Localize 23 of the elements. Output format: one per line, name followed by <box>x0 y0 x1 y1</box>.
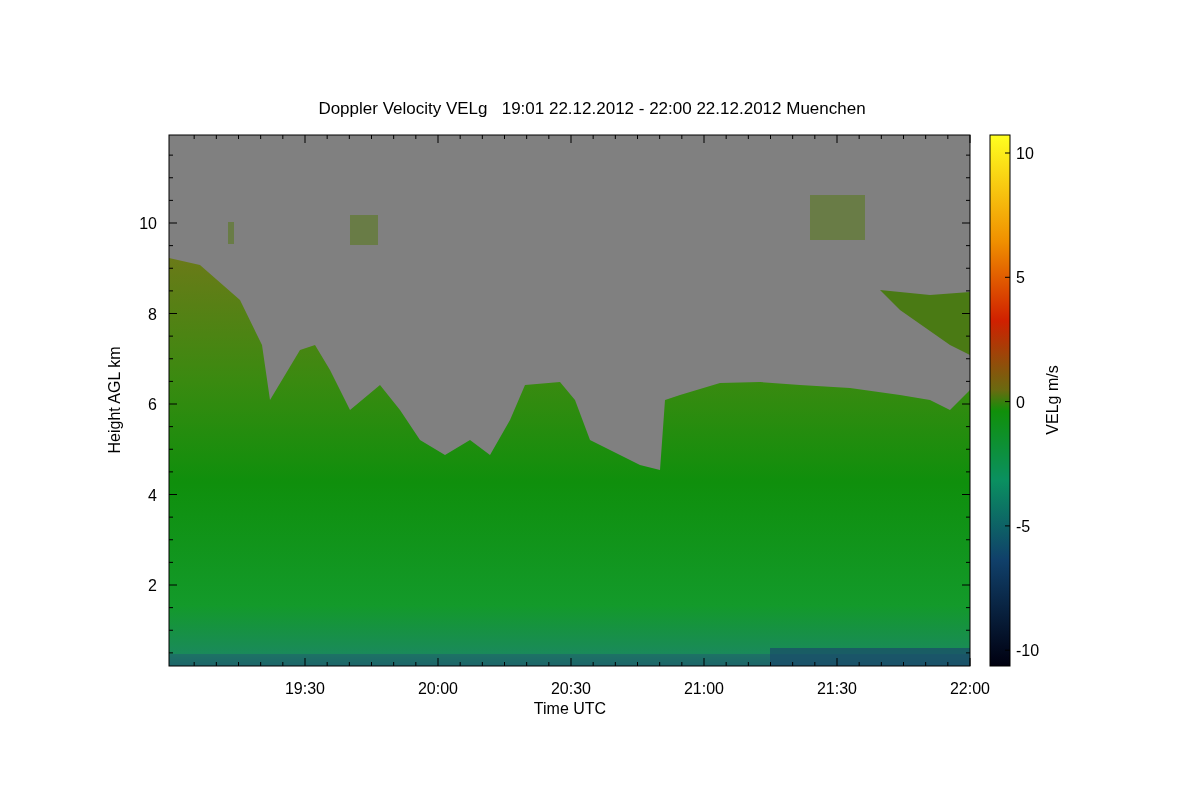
chart-title: Doppler Velocity VELg 19:01 22.12.2012 - 22:00 22.12.2012 Muenchen <box>318 99 866 118</box>
x-tick-label: 20:00 <box>418 680 458 697</box>
colorbar-tick-label: 0 <box>1016 393 1025 411</box>
x-tick-label: 20:30 <box>551 680 591 697</box>
echo-patch <box>350 215 378 245</box>
y-tick-label: 4 <box>148 486 157 504</box>
colorbar-label: VELg m/s <box>1044 365 1061 435</box>
x-axis-label: Time UTC <box>533 700 607 717</box>
x-tick-label: 19:30 <box>285 680 325 697</box>
x-tick-label: 21:00 <box>684 680 724 697</box>
x-tick-label: 21:30 <box>817 680 857 697</box>
echo-patch <box>810 195 865 240</box>
colorbar-tick-label: 5 <box>1016 269 1025 287</box>
y-tick-label: 2 <box>148 577 157 594</box>
x-tick-label: 22:00 <box>950 680 990 697</box>
y-tick-label: 8 <box>148 305 157 323</box>
colorbar-tick-label: -10 <box>1016 642 1040 660</box>
colorbar-tick-label: -5 <box>1016 517 1031 535</box>
echo-patch <box>228 222 234 244</box>
y-tick-label: 10 <box>139 215 157 232</box>
y-tick-label: 6 <box>148 396 157 413</box>
colorbar-tick-label: 10 <box>1016 145 1034 162</box>
y-axis-label: Height AGL km <box>106 346 123 454</box>
